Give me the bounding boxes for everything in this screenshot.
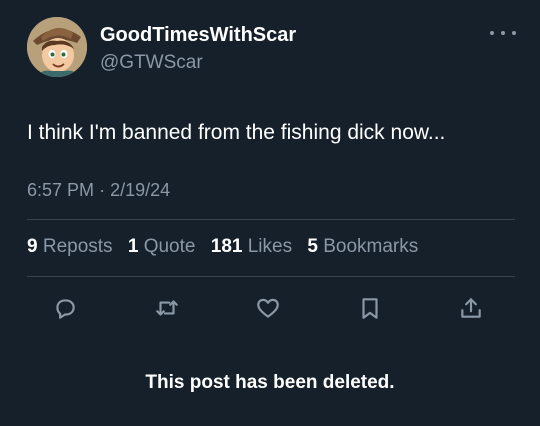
repost-icon <box>155 300 178 316</box>
bookmarks-count: 5 <box>307 236 318 257</box>
bookmarks-stat[interactable]: 5 Bookmarks <box>307 236 428 257</box>
likes-count: 181 <box>210 236 243 257</box>
likes-stat[interactable]: 181 Likes <box>211 236 302 257</box>
likes-label: Likes <box>247 236 293 257</box>
share-button[interactable] <box>454 291 488 325</box>
divider-bottom <box>27 276 515 277</box>
post-date: 2/19/24 <box>110 180 171 200</box>
reposts-count: 9 <box>27 236 38 257</box>
deleted-notice: This post has been deleted. <box>145 372 395 393</box>
display-name[interactable]: GoodTimesWithScar <box>100 24 296 47</box>
repost-button[interactable] <box>150 291 184 325</box>
avatar[interactable] <box>27 17 87 77</box>
bookmark-icon <box>361 298 378 319</box>
action-bar <box>48 290 488 326</box>
quotes-stat[interactable]: 1 Quote <box>128 236 206 257</box>
reply-icon <box>56 299 75 319</box>
post-timestamp[interactable]: 6:57 PM · 2/19/24 <box>27 180 170 201</box>
cartoon-avatar-icon <box>27 17 87 77</box>
reply-button[interactable] <box>48 291 82 325</box>
quotes-count: 1 <box>127 236 139 257</box>
engagement-stats: 9 Reposts 1 Quote 181 Likes 5 Bookmarks <box>27 236 428 258</box>
more-options-icon[interactable] <box>490 24 516 42</box>
user-handle[interactable]: @GTWScar <box>100 52 203 74</box>
post-text: I think I'm banned from the fishing dick… <box>27 121 446 144</box>
timestamp-separator: · <box>99 180 106 200</box>
reposts-label: Reposts <box>42 236 113 257</box>
reposts-stat[interactable]: 9 Reposts <box>27 236 123 257</box>
share-icon <box>461 298 481 318</box>
like-icon <box>257 298 279 318</box>
post-time: 6:57 PM <box>27 180 95 200</box>
bookmarks-label: Bookmarks <box>323 236 419 257</box>
divider-top <box>27 219 515 220</box>
quotes-label: Quote <box>143 236 196 257</box>
like-button[interactable] <box>251 291 285 325</box>
bookmark-button[interactable] <box>353 291 387 325</box>
